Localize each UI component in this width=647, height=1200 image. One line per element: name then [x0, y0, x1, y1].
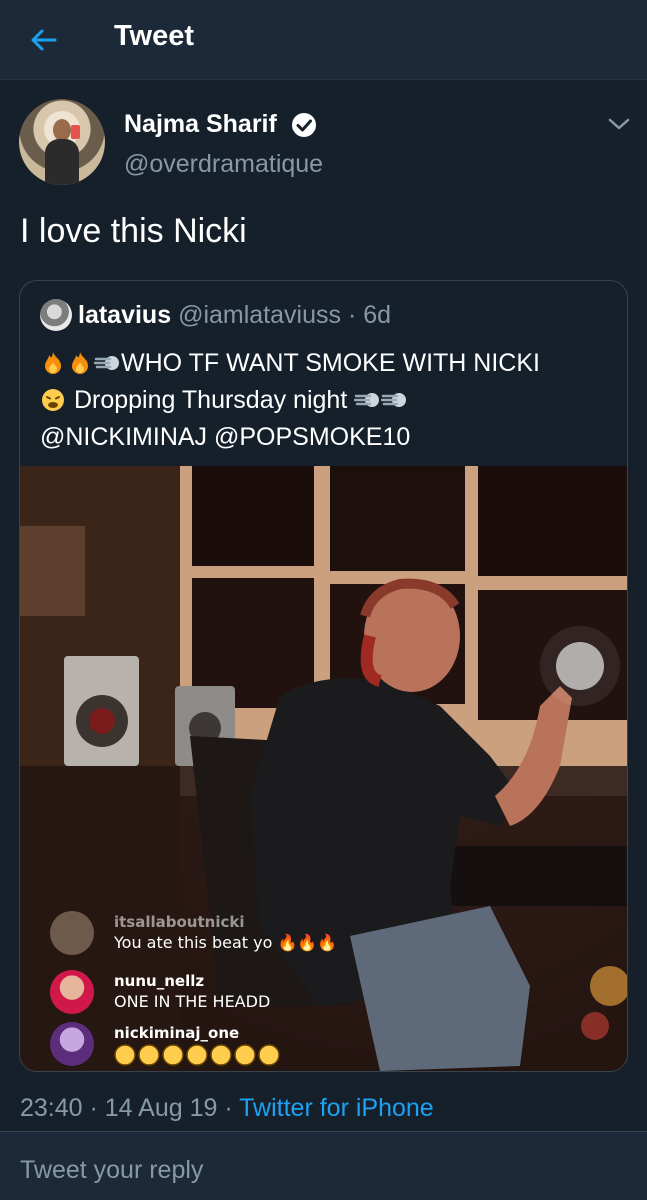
quoted-line-2: Dropping Thursday night — [73, 386, 348, 414]
tweet-meta: 23:40 · 14 Aug 19 · Twitter for iPhone — [20, 1094, 434, 1123]
verified-badge-icon — [292, 113, 316, 137]
tweet-source-link[interactable]: Twitter for iPhone — [239, 1094, 434, 1122]
back-arrow-icon[interactable] — [28, 24, 60, 56]
quoted-header: latavius @iamlataviuss · 6d — [78, 301, 391, 330]
chevron-down-icon[interactable] — [606, 114, 632, 134]
reply-input[interactable]: Tweet your reply — [20, 1156, 203, 1185]
comment-text: ONE IN THE HEADD — [114, 992, 271, 1011]
commenter-avatar — [50, 1022, 94, 1066]
quoted-timestamp: 6d — [363, 301, 392, 329]
dot-separator: · — [341, 301, 364, 329]
author-handle[interactable]: @overdramatique — [124, 150, 323, 179]
weary-face-emoji — [42, 389, 64, 411]
commenter-avatar — [50, 911, 94, 955]
author-name[interactable]: Najma Sharif — [124, 110, 277, 139]
top-bar: Tweet — [0, 0, 647, 80]
quoted-line-1: WHO TF WANT SMOKE WITH NICKI — [121, 349, 540, 377]
quoted-author-name[interactable]: latavius — [78, 301, 171, 329]
comment-message: You ate this beat yo 🔥🔥🔥 — [114, 933, 337, 952]
weary-face-emoji — [114, 1044, 280, 1066]
tweet-text: I love this Nicki — [20, 212, 247, 250]
comment-text: You ate this beat yo — [114, 933, 273, 952]
quoted-author-avatar[interactable] — [40, 299, 72, 331]
commenter-avatar — [50, 970, 94, 1014]
dash-emoji — [94, 356, 119, 370]
comment-username: nickiminaj_one — [114, 1024, 240, 1042]
dash-emoji — [381, 393, 407, 407]
fire-emoji — [45, 352, 61, 374]
quoted-author-handle[interactable]: @iamlataviuss — [178, 301, 341, 329]
author-avatar[interactable] — [19, 99, 105, 185]
dash-emoji — [354, 393, 380, 407]
fire-emoji — [72, 352, 88, 374]
reply-bar[interactable]: Tweet your reply — [0, 1131, 647, 1200]
quoted-text: WHO TF WANT SMOKE WITH NICKI Dropping Th… — [40, 345, 620, 456]
quoted-video[interactable]: itsallaboutnicki You ate this beat yo 🔥🔥… — [20, 466, 627, 1071]
video-frame — [20, 466, 627, 1071]
comment-username: nunu_nellz — [114, 972, 205, 990]
tweet-timestamp: 23:40 · 14 Aug 19 — [20, 1094, 218, 1122]
quoted-line-3: @NICKIMINAJ @POPSMOKE10 — [40, 423, 411, 451]
comment-emoji-row — [114, 1044, 284, 1070]
quoted-tweet[interactable]: latavius @iamlataviuss · 6d WHO TF WANT … — [19, 280, 628, 1072]
fire-emoji: 🔥🔥🔥 — [272, 933, 338, 952]
dot-separator: · — [217, 1094, 240, 1122]
comment-username: itsallaboutnicki — [114, 913, 245, 931]
page-title: Tweet — [114, 20, 195, 52]
